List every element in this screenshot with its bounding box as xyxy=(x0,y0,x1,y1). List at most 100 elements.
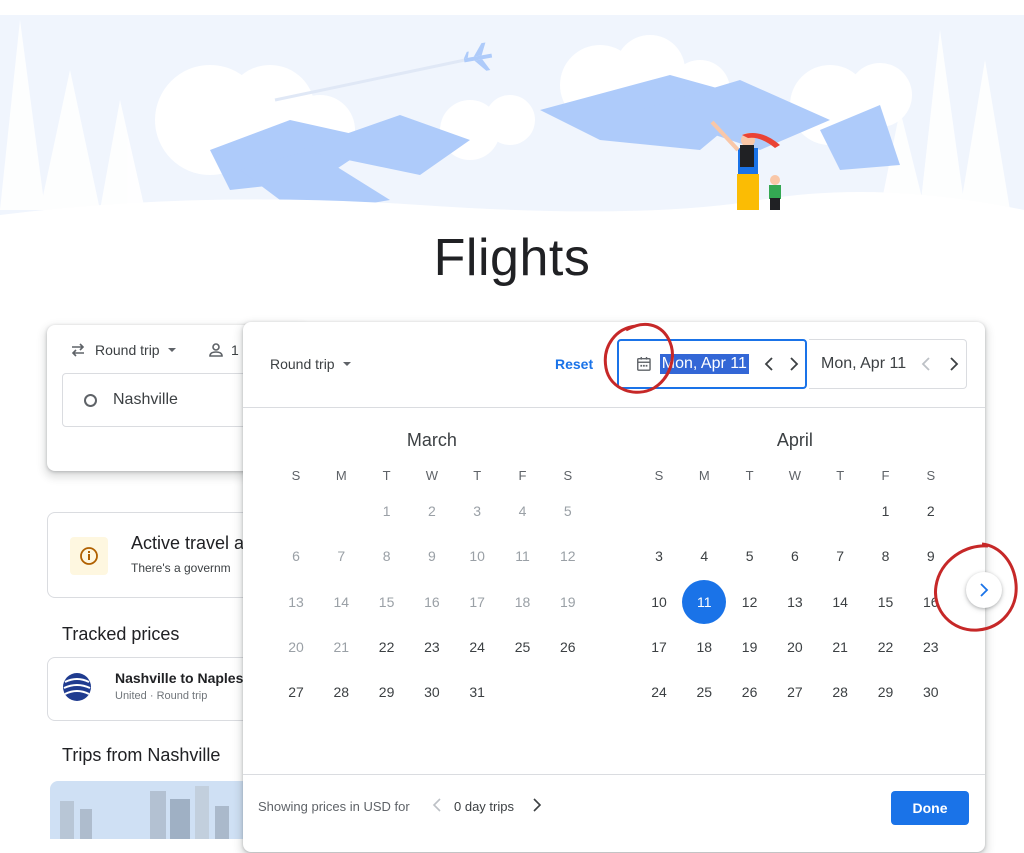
done-button[interactable]: Done xyxy=(891,791,969,825)
calendar-day-march-27[interactable]: 27 xyxy=(274,670,318,714)
passenger-selector[interactable]: 1 xyxy=(207,341,239,359)
calendar-day-april-6[interactable]: 6 xyxy=(773,534,817,578)
page-title: Flights xyxy=(433,229,591,287)
calendar-day-april-24[interactable]: 24 xyxy=(637,670,681,714)
calendar-day-april-20[interactable]: 20 xyxy=(773,625,817,669)
calendar-day-april-29[interactable]: 29 xyxy=(864,670,908,714)
return-prev-day-button[interactable] xyxy=(914,352,938,376)
calendar-day-march-8: 8 xyxy=(382,548,391,565)
departure-prev-day-button[interactable] xyxy=(759,352,780,376)
calendar-day-april-5[interactable]: 5 xyxy=(728,534,772,578)
chevron-right-icon xyxy=(790,357,799,371)
return-date-field[interactable]: Mon, Apr 11 xyxy=(809,339,967,389)
calendar-day-march-4: 4 xyxy=(518,503,527,519)
calendar-day-april-12[interactable]: 12 xyxy=(728,580,772,624)
trip-duration-label: 0 day trips xyxy=(454,799,514,814)
swap-arrows-icon xyxy=(71,343,85,357)
calendar-day-april-22[interactable]: 22 xyxy=(864,625,908,669)
trip-type-label: Round trip xyxy=(95,342,160,358)
calendar-day-march-13: 13 xyxy=(288,593,304,610)
calendar-icon xyxy=(637,356,651,371)
chevron-right-icon xyxy=(950,357,959,371)
calendar-day-april-8[interactable]: 8 xyxy=(864,534,908,578)
calendar-day-april-21[interactable]: 21 xyxy=(818,625,862,669)
origin-circle-icon xyxy=(84,393,97,407)
calendar-day-march-28[interactable]: 28 xyxy=(319,670,363,714)
date-picker-dialog: Round trip Reset Mon, Apr 11 Mon, Apr 11 xyxy=(243,322,985,852)
departure-date-value: Mon, Apr 11 xyxy=(659,354,749,374)
calendar-day-march-7: 7 xyxy=(337,548,346,565)
calendar-day-april-25[interactable]: 25 xyxy=(682,670,726,714)
departure-date-field[interactable]: Mon, Apr 11 xyxy=(617,339,807,389)
calendar-day-april-13[interactable]: 13 xyxy=(773,580,817,624)
airline-logo xyxy=(60,670,94,704)
calendar-day-april-10[interactable]: 10 xyxy=(637,580,681,624)
calendar-day-march-10: 10 xyxy=(469,548,485,565)
calendar-day-april-19[interactable]: 19 xyxy=(728,625,772,669)
calendar-day-march-30[interactable]: 30 xyxy=(410,670,454,714)
tracked-route: Nashville to Naples xyxy=(115,670,244,686)
calendar-day-march-2: 2 xyxy=(427,503,436,519)
chevron-left-icon xyxy=(765,357,774,371)
calendar-day-april-14[interactable]: 14 xyxy=(818,580,862,624)
weekday-header: M xyxy=(335,468,347,483)
price-currency-label: Showing prices in USD for xyxy=(258,799,410,814)
trip-type-selector[interactable]: Round trip xyxy=(69,341,176,359)
duration-increase-button[interactable] xyxy=(525,793,549,817)
return-next-day-button[interactable] xyxy=(942,352,966,376)
month-title-april: April xyxy=(776,430,813,450)
calendar-day-march-26[interactable]: 26 xyxy=(546,625,590,669)
calendar-day-march-23[interactable]: 23 xyxy=(410,625,454,669)
weekday-header: W xyxy=(788,468,802,483)
calendar-day-march-22[interactable]: 22 xyxy=(365,625,409,669)
trips-heading: Trips from Nashville xyxy=(62,745,221,765)
calendar-day-march-9: 9 xyxy=(427,548,436,565)
calendar-day-march-29[interactable]: 29 xyxy=(365,670,409,714)
calendar-day-march-15: 15 xyxy=(378,593,395,610)
calendar-day-april-4[interactable]: 4 xyxy=(682,534,726,578)
weekday-header: S xyxy=(291,468,301,483)
chevron-left-icon xyxy=(432,798,441,812)
calendar-day-april-26[interactable]: 26 xyxy=(728,670,772,714)
calendar-day-march-19: 19 xyxy=(560,593,576,610)
date-picker-footer: Showing prices in USD for 0 day trips Do… xyxy=(243,774,985,853)
reset-button[interactable]: Reset xyxy=(555,356,593,372)
weekday-header: S xyxy=(563,468,573,483)
calendar-day-march-25[interactable]: 25 xyxy=(501,625,545,669)
city-skyline-image[interactable] xyxy=(50,781,250,839)
next-month-button[interactable] xyxy=(966,572,1002,608)
weekday-header: W xyxy=(425,468,439,483)
calendar-day-march-5: 5 xyxy=(563,503,572,519)
calendar-day-april-30[interactable]: 30 xyxy=(909,670,953,714)
calendar-day-april-11[interactable]: 11 xyxy=(682,579,727,624)
alert-subtitle: There's a governm xyxy=(131,561,231,575)
calendar-day-april-18[interactable]: 18 xyxy=(682,625,726,669)
calendar-day-april-23[interactable]: 23 xyxy=(909,625,953,669)
weekday-header: F xyxy=(518,468,527,483)
dialog-trip-type-selector[interactable]: Round trip xyxy=(270,356,351,372)
calendar-day-april-9[interactable]: 9 xyxy=(909,534,953,578)
calendar-day-march-31[interactable]: 31 xyxy=(455,670,499,714)
calendar-day-april-1[interactable]: 1 xyxy=(864,489,908,533)
weekday-header: T xyxy=(745,468,754,483)
weekday-header: T xyxy=(836,468,845,483)
calendar-day-march-11: 11 xyxy=(515,548,530,565)
month-title-march: March xyxy=(406,430,457,450)
calendar-day-april-28[interactable]: 28 xyxy=(818,670,862,714)
calendar-day-april-7[interactable]: 7 xyxy=(818,534,862,578)
weekday-header: M xyxy=(698,468,710,483)
person-icon xyxy=(209,343,223,357)
calendar-day-april-17[interactable]: 17 xyxy=(637,625,681,669)
calendar-day-april-3[interactable]: 3 xyxy=(637,534,681,578)
calendar-day-april-16[interactable]: 16 xyxy=(909,580,953,624)
duration-decrease-button[interactable] xyxy=(425,793,449,817)
tracked-details: United · Round trip xyxy=(115,690,208,702)
calendar-day-march-24[interactable]: 24 xyxy=(455,625,499,669)
calendar-day-april-2[interactable]: 2 xyxy=(909,489,953,533)
dialog-trip-type-label: Round trip xyxy=(270,356,335,372)
departure-next-day-button[interactable] xyxy=(784,352,805,376)
calendar-day-march-17: 17 xyxy=(469,593,485,610)
calendar-day-april-27[interactable]: 27 xyxy=(773,670,817,714)
chevron-right-icon xyxy=(533,798,542,812)
calendar-day-april-15[interactable]: 15 xyxy=(864,580,908,624)
